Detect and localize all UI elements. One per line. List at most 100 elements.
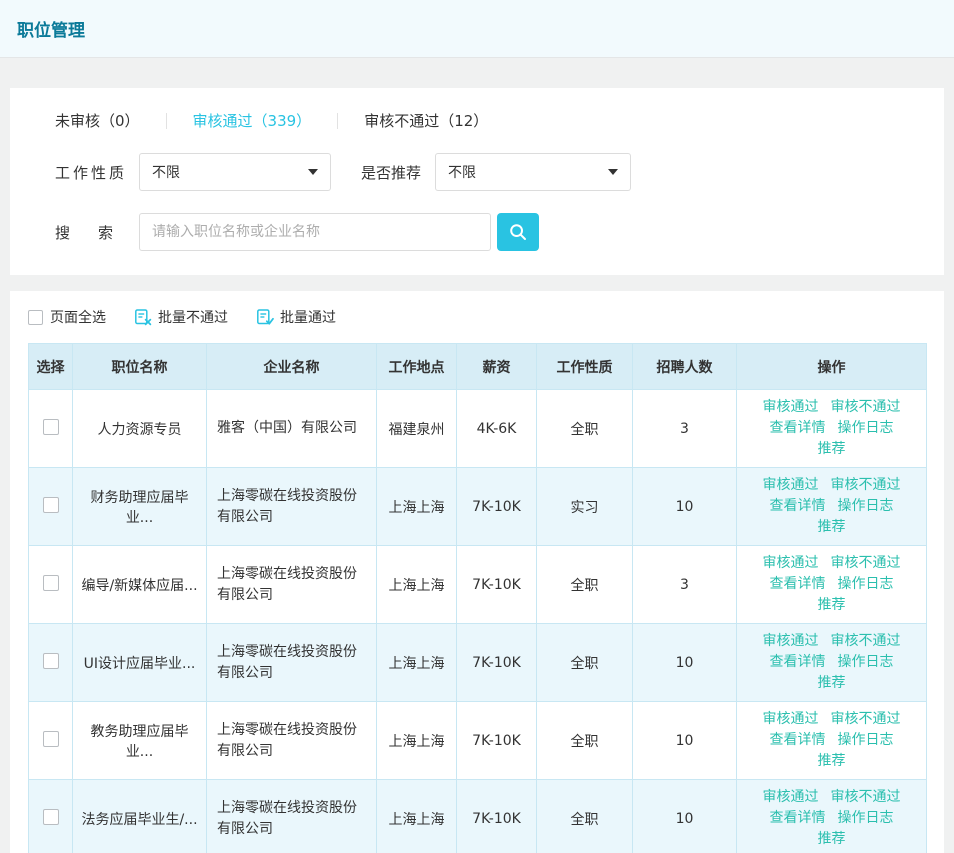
reject-link[interactable]: 审核不通过 bbox=[831, 633, 901, 649]
view-detail-link[interactable]: 查看详情 bbox=[770, 498, 826, 514]
operation-log-link[interactable]: 操作日志 bbox=[838, 654, 894, 670]
row-actions: 审核通过审核不通过 查看详情操作日志 推荐 bbox=[737, 702, 927, 780]
row-actions: 审核通过审核不通过 查看详情操作日志 推荐 bbox=[737, 546, 927, 624]
recommend-link[interactable]: 推荐 bbox=[818, 753, 846, 769]
search-button[interactable] bbox=[497, 213, 539, 251]
view-detail-link[interactable]: 查看详情 bbox=[770, 810, 826, 826]
action-line: 推荐 bbox=[747, 829, 916, 850]
approve-link[interactable]: 审核通过 bbox=[763, 711, 819, 727]
col-header-select: 选择 bbox=[29, 344, 73, 390]
recommend-link[interactable]: 推荐 bbox=[818, 441, 846, 457]
work-type-select[interactable]: 不限 bbox=[139, 153, 331, 191]
reject-link[interactable]: 审核不通过 bbox=[831, 711, 901, 727]
chevron-down-icon bbox=[308, 169, 318, 175]
view-detail-link[interactable]: 查看详情 bbox=[770, 654, 826, 670]
approve-link[interactable]: 审核通过 bbox=[763, 789, 819, 805]
action-line: 审核通过审核不通过 bbox=[747, 553, 916, 574]
tab-approved[interactable]: 审核通过（339） bbox=[193, 110, 312, 131]
table-row: 财务助理应届毕业... 上海零碳在线投资股份有限公司 上海上海 7K-10K 实… bbox=[29, 468, 927, 546]
approve-link[interactable]: 审核通过 bbox=[763, 399, 819, 415]
search-label: 搜索 bbox=[55, 222, 139, 243]
batch-reject-button[interactable]: 批量不通过 bbox=[134, 307, 228, 327]
work-type-label: 工作性质 bbox=[55, 162, 139, 183]
col-header-count: 招聘人数 bbox=[633, 344, 737, 390]
job-name: 法务应届毕业生/... bbox=[73, 780, 207, 853]
row-select-cell bbox=[29, 780, 73, 853]
col-header-company: 企业名称 bbox=[207, 344, 377, 390]
work-location: 上海上海 bbox=[377, 780, 457, 853]
operation-log-link[interactable]: 操作日志 bbox=[838, 810, 894, 826]
row-checkbox[interactable] bbox=[43, 809, 59, 825]
salary: 7K-10K bbox=[457, 702, 537, 780]
col-header-type: 工作性质 bbox=[537, 344, 633, 390]
action-line: 审核通过审核不通过 bbox=[747, 787, 916, 808]
job-name: 人力资源专员 bbox=[73, 390, 207, 468]
work-location: 福建泉州 bbox=[377, 390, 457, 468]
row-actions: 审核通过审核不通过 查看详情操作日志 推荐 bbox=[737, 468, 927, 546]
table-row: 人力资源专员 雅客（中国）有限公司 福建泉州 4K-6K 全职 3 审核通过审核… bbox=[29, 390, 927, 468]
approve-link[interactable]: 审核通过 bbox=[763, 477, 819, 493]
action-line: 推荐 bbox=[747, 439, 916, 460]
table-row: 法务应届毕业生/... 上海零碳在线投资股份有限公司 上海上海 7K-10K 全… bbox=[29, 780, 927, 853]
recruit-count: 3 bbox=[633, 390, 737, 468]
row-select-cell bbox=[29, 468, 73, 546]
view-detail-link[interactable]: 查看详情 bbox=[770, 420, 826, 436]
col-header-operations: 操作 bbox=[737, 344, 927, 390]
recruit-count: 10 bbox=[633, 624, 737, 702]
reject-link[interactable]: 审核不通过 bbox=[831, 555, 901, 571]
search-input[interactable] bbox=[139, 213, 491, 251]
work-location: 上海上海 bbox=[377, 468, 457, 546]
recommend-link[interactable]: 推荐 bbox=[818, 597, 846, 613]
view-detail-link[interactable]: 查看详情 bbox=[770, 576, 826, 592]
row-checkbox[interactable] bbox=[43, 731, 59, 747]
row-actions: 审核通过审核不通过 查看详情操作日志 推荐 bbox=[737, 390, 927, 468]
row-checkbox[interactable] bbox=[43, 419, 59, 435]
reject-link[interactable]: 审核不通过 bbox=[831, 399, 901, 415]
row-select-cell bbox=[29, 390, 73, 468]
recruit-count: 3 bbox=[633, 546, 737, 624]
row-checkbox[interactable] bbox=[43, 497, 59, 513]
operation-log-link[interactable]: 操作日志 bbox=[838, 732, 894, 748]
tab-rejected[interactable]: 审核不通过（12） bbox=[364, 110, 488, 131]
work-type: 实习 bbox=[537, 468, 633, 546]
work-type: 全职 bbox=[537, 546, 633, 624]
operation-log-link[interactable]: 操作日志 bbox=[838, 498, 894, 514]
filter-row-selects: 工作性质 不限 是否推荐 不限 bbox=[55, 153, 899, 191]
col-header-job: 职位名称 bbox=[73, 344, 207, 390]
reject-link[interactable]: 审核不通过 bbox=[831, 789, 901, 805]
reject-link[interactable]: 审核不通过 bbox=[831, 477, 901, 493]
batch-approve-label: 批量通过 bbox=[280, 307, 336, 327]
status-tabs: 未审核（0） 审核通过（339） 审核不通过（12） bbox=[55, 110, 899, 131]
batch-actions-row: 页面全选 批量不通过 批量通过 bbox=[28, 305, 926, 329]
action-line: 审核通过审核不通过 bbox=[747, 475, 916, 496]
approve-link[interactable]: 审核通过 bbox=[763, 633, 819, 649]
tab-unreviewed[interactable]: 未审核（0） bbox=[55, 110, 140, 131]
operation-log-link[interactable]: 操作日志 bbox=[838, 576, 894, 592]
filter-row-search: 搜索 bbox=[55, 213, 899, 251]
batch-approve-button[interactable]: 批量通过 bbox=[256, 307, 336, 327]
row-checkbox[interactable] bbox=[43, 653, 59, 669]
company-name: 上海零碳在线投资股份有限公司 bbox=[207, 780, 377, 853]
select-all-label: 页面全选 bbox=[50, 307, 106, 327]
row-select-cell bbox=[29, 624, 73, 702]
recommend-link[interactable]: 推荐 bbox=[818, 831, 846, 847]
work-type-value: 不限 bbox=[152, 162, 180, 182]
recommend-link[interactable]: 推荐 bbox=[818, 519, 846, 535]
recommend-link[interactable]: 推荐 bbox=[818, 675, 846, 691]
job-name: 编导/新媒体应届... bbox=[73, 546, 207, 624]
recruit-count: 10 bbox=[633, 780, 737, 853]
action-line: 推荐 bbox=[747, 673, 916, 694]
col-header-location: 工作地点 bbox=[377, 344, 457, 390]
view-detail-link[interactable]: 查看详情 bbox=[770, 732, 826, 748]
row-checkbox[interactable] bbox=[43, 575, 59, 591]
approve-link[interactable]: 审核通过 bbox=[763, 555, 819, 571]
salary: 7K-10K bbox=[457, 624, 537, 702]
recommend-label: 是否推荐 bbox=[361, 162, 421, 183]
work-location: 上海上海 bbox=[377, 702, 457, 780]
batch-reject-icon bbox=[134, 308, 152, 326]
recommend-select[interactable]: 不限 bbox=[435, 153, 631, 191]
action-line: 审核通过审核不通过 bbox=[747, 709, 916, 730]
select-all-checkbox[interactable] bbox=[28, 310, 43, 325]
operation-log-link[interactable]: 操作日志 bbox=[838, 420, 894, 436]
company-name: 上海零碳在线投资股份有限公司 bbox=[207, 624, 377, 702]
